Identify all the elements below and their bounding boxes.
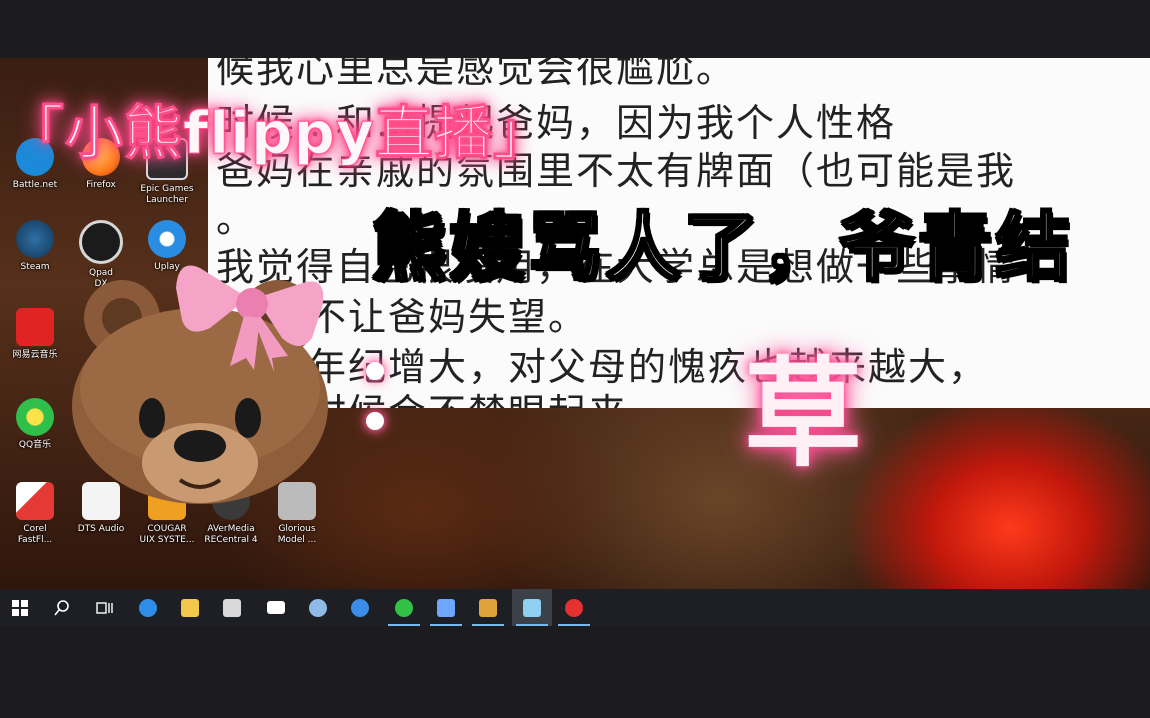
netease-music-icon (16, 308, 54, 346)
bear-right-eye (235, 398, 261, 438)
edge-icon (139, 598, 157, 617)
taskbar-netease-music[interactable] (554, 589, 594, 626)
document-line: 。 (216, 197, 257, 241)
desktop-icon-label: Firefox (86, 180, 116, 190)
video-top-bar (0, 0, 1150, 58)
desktop-icon-label: DTS Audio (77, 524, 125, 534)
taskbar-steam[interactable] (298, 589, 338, 626)
game-app-icon (479, 598, 497, 617)
desktop-icon-label: Corel FastFl... (17, 524, 53, 545)
subtitle-overlay: 熊嫂骂人了，爷青结 (371, 204, 1074, 293)
steam-icon (309, 598, 327, 617)
taskbar (0, 589, 1150, 626)
taskbar-bird-app[interactable] (426, 589, 466, 626)
cao-overlay: 草 (744, 345, 863, 483)
bear-left-eye (139, 398, 165, 438)
mail-icon (267, 601, 285, 614)
taskbar-store[interactable] (212, 589, 252, 626)
file-explorer-icon (181, 598, 199, 617)
notepad-icon (523, 598, 541, 617)
taskbar-mail[interactable] (256, 589, 296, 626)
stream-title-overlay: 「小熊flippy直播」 (6, 99, 552, 168)
start-button[interactable] (0, 589, 40, 626)
uplay-icon (148, 220, 186, 258)
search-button[interactable] (42, 589, 82, 626)
app-icon (351, 598, 369, 617)
document-line: 时候会不禁眼起来 (308, 390, 628, 408)
netease-music-icon (565, 598, 583, 617)
taskbar-game-app[interactable] (468, 589, 508, 626)
task-view-icon (96, 601, 113, 614)
taskbar-file-explorer[interactable] (170, 589, 210, 626)
bear-sticker (72, 265, 328, 504)
taskbar-notepad[interactable] (512, 589, 552, 626)
taskbar-app[interactable] (340, 589, 380, 626)
corel-icon (16, 482, 54, 520)
start-icon (12, 599, 28, 616)
desktop-icon-label: Epic Games Launcher (140, 184, 194, 205)
task-view-button[interactable] (84, 589, 124, 626)
store-icon (223, 598, 241, 617)
qq-music-icon (16, 398, 54, 436)
desktop-icon-label: Glorious Model ... (277, 524, 317, 545)
desktop-icon-label: AVerMedia RECentral 4 (204, 524, 258, 545)
taskbar-edge[interactable] (128, 589, 168, 626)
qq-music-icon (395, 598, 413, 617)
desktop-icon-label: COUGAR UIX SYSTE... (139, 524, 195, 545)
document-line: 不让爸妈失望。 (308, 295, 589, 339)
bear-nose (174, 430, 226, 462)
glow-dot (366, 362, 384, 380)
desktop-icon-label: Battle.net (12, 180, 58, 190)
video-bottom-bar (0, 626, 1150, 718)
search-icon (54, 599, 69, 615)
steam-icon (16, 220, 54, 258)
taskbar-qq-music[interactable] (384, 589, 424, 626)
document-line: 年纪增大，对父母的愧疚也越来越大， (308, 345, 989, 389)
glow-dot (366, 412, 384, 430)
bird-app-icon (437, 598, 455, 617)
